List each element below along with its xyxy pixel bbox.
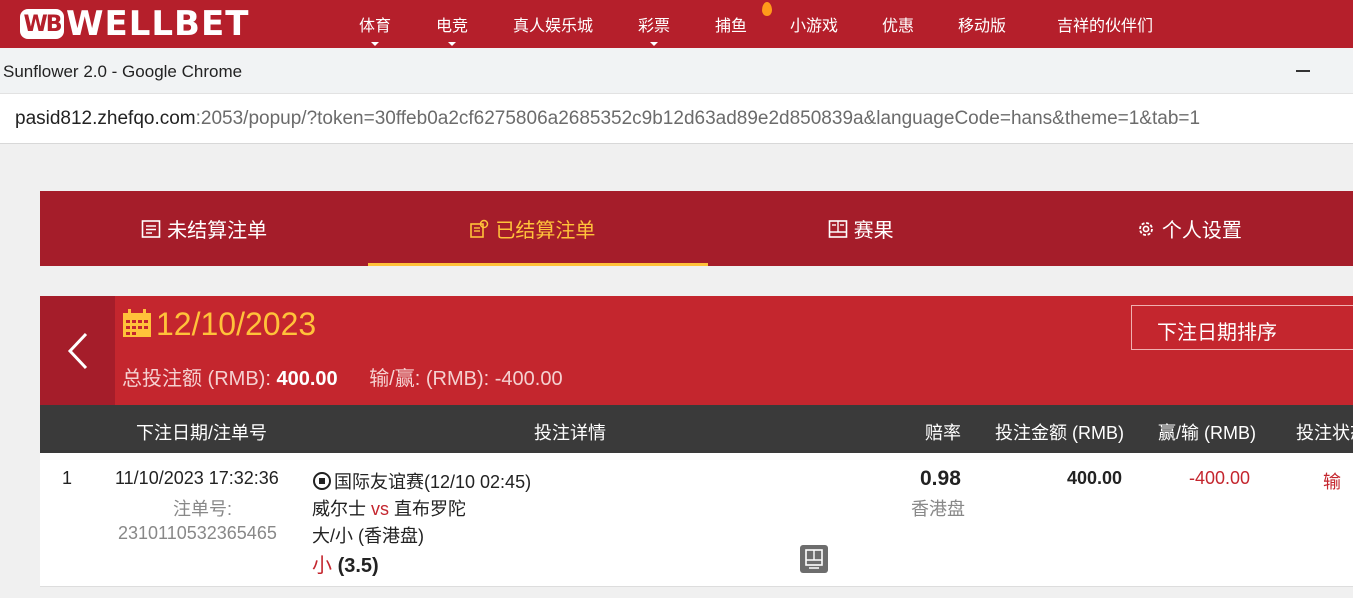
col-header-stake: 投注金额 (RMB) <box>995 423 1124 443</box>
nav-sports[interactable]: 体育 <box>340 0 410 48</box>
selection: 小 <box>312 555 332 577</box>
tab-settled[interactable]: 已结算注单 <box>368 191 709 266</box>
row-index: 1 <box>62 468 73 488</box>
nav-lottery[interactable]: 彩票 <box>612 0 696 48</box>
total-stake-label: 总投注额 (RMB): <box>122 368 271 390</box>
logo-mark: WB <box>20 9 64 39</box>
tab-unsettled[interactable]: 未结算注单 <box>40 191 368 266</box>
bet-tabs: 未结算注单 已结算注单 赛果 个人设置 <box>40 191 1353 266</box>
market-type: 大/小 (香港盘) <box>312 526 424 546</box>
league-line: 国际友谊赛(12/10 02:45) <box>313 468 531 494</box>
nav-label: 捕鱼 <box>714 18 747 35</box>
col-header-details: 投注详情 <box>534 423 606 443</box>
table-row: 1 11/10/2023 17:32:36 注单号: 2310110532365… <box>40 453 1353 587</box>
nav-esports[interactable]: 电竞 <box>410 0 494 48</box>
nav-label: 真人娱乐城 <box>512 18 593 35</box>
settled-icon <box>470 219 489 238</box>
gear-icon <box>1138 221 1153 236</box>
chevron-left-icon <box>67 332 87 369</box>
site-nav: WB WELLBET 体育 电竞 真人娱乐城 彩票 捕鱼 小游戏 优惠 移动版 … <box>0 0 1353 48</box>
chevron-down-icon <box>371 42 379 46</box>
nav-label: 彩票 <box>637 18 670 35</box>
url-text[interactable]: pasid812.zhefqo.com:2053/popup/?token=30… <box>15 108 1200 130</box>
col-header-winloss: 赢/输 (RMB) <box>1158 423 1256 443</box>
odds-value: 0.98 <box>920 467 961 490</box>
away-team: 直布罗陀 <box>394 499 467 519</box>
nav-label: 体育 <box>358 18 391 35</box>
window-title: Sunflower 2.0 - Google Chrome <box>3 62 243 81</box>
wellbet-logo[interactable]: WB WELLBET <box>20 4 250 44</box>
scoreboard-icon[interactable] <box>800 545 828 573</box>
calendar-icon <box>123 309 151 337</box>
tab-label: 赛果 <box>853 220 894 242</box>
summary-date: 12/10/2023 <box>156 306 317 342</box>
url-path: :2053/popup/?token=30ffeb0a2cf6275806a26… <box>195 108 1201 129</box>
table-header: 下注日期/注单号 投注详情 赔率 投注金额 (RMB) 赢/输 (RMB) 投注… <box>40 405 1353 453</box>
tab-label: 已结算注单 <box>495 220 596 242</box>
list-icon <box>141 219 161 238</box>
tab-label: 未结算注单 <box>167 220 268 242</box>
league-name: 国际友谊赛(12/10 02:45) <box>334 472 532 492</box>
scoreboard-icon <box>828 219 847 238</box>
tab-results[interactable]: 赛果 <box>697 191 1025 266</box>
nav-label: 小游戏 <box>789 18 838 35</box>
nav-label: 吉祥的伙伴们 <box>1056 18 1153 35</box>
url-host: pasid812.zhefqo.com <box>15 108 196 129</box>
ticket-label: 注单号: <box>173 499 233 519</box>
nav-partners[interactable]: 吉祥的伙伴们 <box>1030 0 1180 48</box>
nav-label: 优惠 <box>881 18 914 35</box>
tab-label: 个人设置 <box>1161 220 1242 242</box>
chevron-down-icon <box>448 42 456 46</box>
nav-mobile[interactable]: 移动版 <box>934 0 1030 48</box>
winloss-amount: -400.00 <box>1189 468 1251 488</box>
nav-items: 体育 电竞 真人娱乐城 彩票 捕鱼 小游戏 优惠 移动版 吉祥的伙伴们 <box>340 0 1180 48</box>
bet-datetime: 11/10/2023 17:32:36 <box>115 468 279 488</box>
nav-fishing[interactable]: 捕鱼 <box>696 0 772 48</box>
col-header-date: 下注日期/注单号 <box>136 423 268 443</box>
selection-line-value: (3.5) <box>337 555 379 577</box>
vs-label: vs <box>371 499 390 519</box>
sort-select[interactable]: 下注日期排序 <box>1131 305 1353 350</box>
col-header-odds: 赔率 <box>925 423 961 443</box>
nav-label: 电竞 <box>435 18 468 35</box>
back-button[interactable] <box>40 296 115 405</box>
ticket-number: 2310110532365465 <box>118 523 277 543</box>
odds-type: 香港盘 <box>911 499 965 519</box>
stake-amount: 400.00 <box>1067 468 1123 488</box>
winloss-label: 输/赢: (RMB): <box>369 368 490 390</box>
col-header-status: 投注状态 <box>1296 423 1353 443</box>
teams-line: 威尔士 vs 直布罗陀 <box>312 495 466 521</box>
address-bar[interactable]: pasid812.zhefqo.com:2053/popup/?token=30… <box>0 94 1353 144</box>
total-stake-value: 400.00 <box>276 368 338 390</box>
winloss-value: -400.00 <box>494 368 563 390</box>
chevron-down-icon <box>650 42 658 46</box>
nav-mini-games[interactable]: 小游戏 <box>766 0 862 48</box>
minimize-icon[interactable] <box>1296 60 1314 80</box>
bet-status: 输 <box>1323 472 1341 492</box>
soccer-ball-icon <box>313 472 331 490</box>
selection-line: 小 (3.5) <box>312 549 379 578</box>
nav-promotions[interactable]: 优惠 <box>862 0 934 48</box>
tab-personal-settings[interactable]: 个人设置 <box>1025 191 1353 266</box>
logo-text: WELLBET <box>66 4 250 44</box>
home-team: 威尔士 <box>312 499 366 519</box>
nav-label: 移动版 <box>957 18 1006 35</box>
nav-live-casino[interactable]: 真人娱乐城 <box>494 0 612 48</box>
window-titlebar: Sunflower 2.0 - Google Chrome <box>0 48 1353 94</box>
date-summary: 12/10/2023 总投注额 (RMB): 400.00 输/赢: (RMB)… <box>40 296 1353 405</box>
summary-totals: 总投注额 (RMB): 400.00 输/赢: (RMB): -400.00 <box>122 362 563 391</box>
